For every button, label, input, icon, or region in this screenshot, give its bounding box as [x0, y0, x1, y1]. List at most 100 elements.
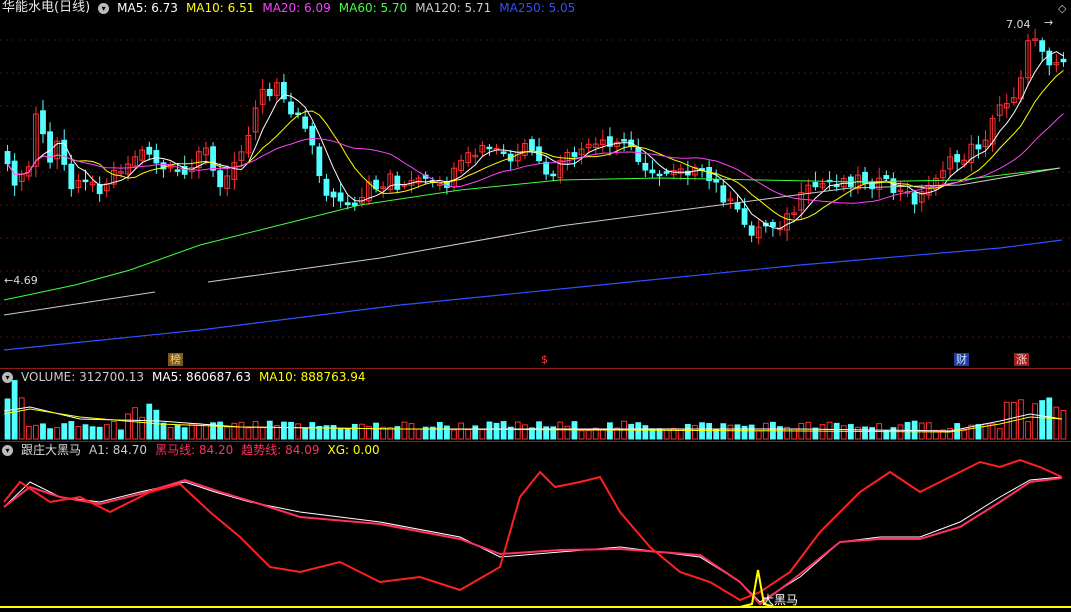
volume-panel[interactable]: ▾ VOLUME: 312700.13 MA5: 860687.63 MA10: 8… [0, 369, 1071, 441]
volume-bar [408, 423, 415, 440]
candle-body [883, 175, 890, 180]
volume-bar [642, 425, 649, 440]
volume-bar [607, 422, 613, 440]
candle-body [323, 178, 330, 196]
volume-bar [160, 422, 167, 440]
marker-bang[interactable]: 榜 [168, 353, 183, 366]
volume-bar [1025, 421, 1031, 440]
volume-bar [401, 421, 408, 440]
volume-bar [706, 423, 713, 440]
candle-body [529, 139, 535, 151]
volume-bar [68, 421, 75, 440]
volume-bar [96, 426, 103, 440]
volume-bar [748, 424, 755, 440]
volume-bar [103, 424, 110, 440]
volume-bar [167, 427, 174, 440]
volume-bar [188, 423, 195, 440]
volume-bar [1053, 406, 1060, 440]
candle-body [1039, 40, 1046, 52]
volume-bar [479, 429, 486, 440]
candle-body [1060, 58, 1067, 63]
volume-bar [153, 409, 160, 440]
volume-bar [195, 423, 202, 440]
scroll-diamond-icon[interactable]: ◇ [1058, 2, 1066, 15]
low-price-label: ←4.69 [4, 274, 38, 287]
volume-bar [500, 421, 507, 440]
candle-body [486, 146, 493, 150]
volume-bar [18, 397, 25, 440]
candle-body [351, 202, 358, 206]
volume-bar [224, 426, 231, 440]
volume-bar [989, 423, 996, 440]
volume-bar [174, 424, 181, 440]
candle-body [4, 151, 11, 165]
volume-bar [32, 424, 39, 440]
candle-body [748, 225, 755, 236]
marker-dollar[interactable]: $ [539, 353, 550, 366]
volume-bar [217, 421, 224, 440]
volume-bar [692, 425, 698, 440]
volume-bar [266, 420, 273, 440]
indicator-panel[interactable]: ▾ 跟庄大黑马 A1: 84.70 黑马线: 84.20 趋势线: 84.09 XG:… [0, 442, 1071, 612]
ma10-line [7, 70, 1064, 221]
volume-bar [132, 407, 139, 440]
black-horse-line [3, 458, 1063, 602]
volume-bar [734, 424, 741, 440]
volume-bar [840, 425, 847, 440]
candle-body [153, 150, 160, 164]
volume-bar [472, 425, 479, 440]
volume-bar [961, 430, 968, 440]
candle-body [146, 146, 153, 155]
volume-bar [61, 423, 68, 440]
candle-body [911, 192, 918, 205]
volume-bar [181, 427, 188, 440]
volume-bar [40, 423, 46, 440]
volume-bar [252, 420, 259, 440]
volume-bar [281, 421, 287, 440]
candlestick-chart[interactable] [0, 0, 1071, 367]
candle-body [656, 173, 663, 177]
volume-bar [557, 421, 564, 440]
candle-body [217, 170, 224, 188]
trend-line [3, 477, 1063, 606]
volume-bar [869, 427, 876, 440]
price-panel[interactable]: 华能水电(日线) ▾ MA5: 6.73 MA10: 6.51 MA20: 6.09… [0, 0, 1071, 367]
candle-body [571, 152, 578, 158]
volume-bar [628, 423, 635, 440]
volume-bar [514, 421, 521, 440]
volume-bar [118, 429, 124, 440]
high-price-label: 7.04 [1006, 18, 1031, 31]
volume-bar [727, 424, 734, 440]
volume-bar [4, 398, 11, 440]
volume-bar [337, 428, 344, 440]
indicator-chart[interactable] [0, 442, 1071, 612]
candle-body [713, 179, 720, 183]
candle-body [550, 173, 557, 177]
candle-body [96, 184, 103, 195]
candle-body [394, 175, 401, 190]
candle-body [649, 169, 656, 174]
volume-bar [373, 422, 379, 440]
marker-cai[interactable]: 财 [954, 353, 969, 366]
volume-bar [89, 426, 96, 440]
candle-body [210, 146, 216, 171]
volume-bar [309, 422, 316, 440]
ma60-line [3, 167, 1061, 301]
volume-bar [458, 422, 464, 440]
volume-bar [415, 428, 422, 440]
candle-body [266, 88, 273, 97]
volume-bar [819, 424, 826, 440]
ma250-line [3, 239, 1063, 351]
marker-zhang[interactable]: 涨 [1014, 353, 1029, 366]
candle-body [642, 162, 649, 171]
candle-body [40, 110, 46, 135]
volume-chart[interactable] [0, 369, 1071, 441]
ma5-line [7, 51, 1064, 230]
candle-body [543, 161, 550, 175]
volume-bar [684, 423, 691, 440]
volume-bar [259, 427, 266, 440]
candle-body [954, 154, 961, 163]
candle-body [635, 147, 642, 162]
volume-bar [344, 428, 351, 440]
volume-bar [444, 425, 450, 440]
